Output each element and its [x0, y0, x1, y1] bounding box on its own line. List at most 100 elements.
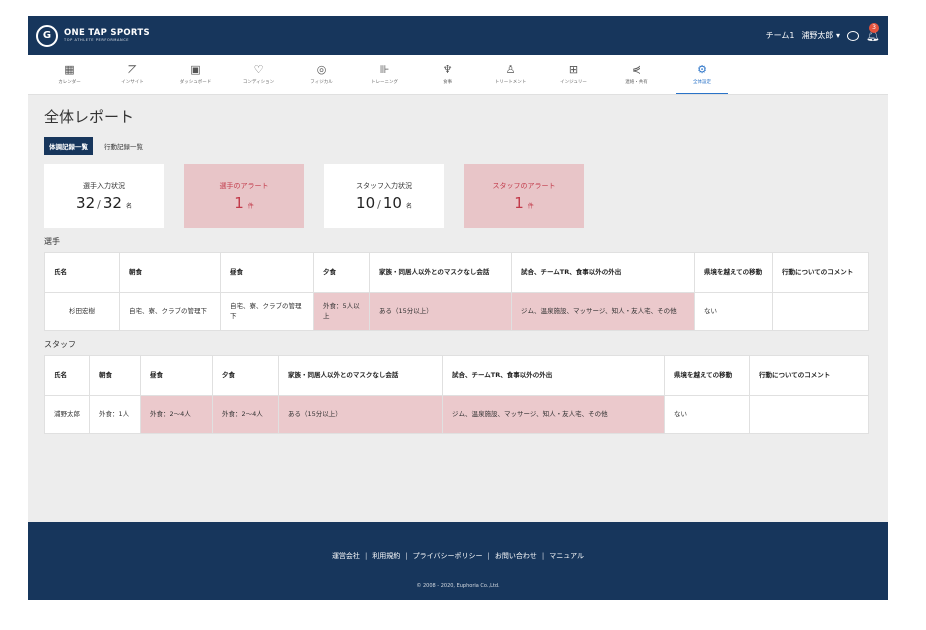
- column-header: 試合、チームTR、食事以外の外出: [511, 252, 695, 293]
- chart-icon: ⦢: [128, 63, 137, 76]
- user-menu[interactable]: 浦野太郎 ▾: [801, 30, 840, 41]
- summary-cards: 選手入力状況 32/32 名 選手のアラート 1件 スタッフ入力状況 10/10 名…: [44, 164, 872, 228]
- logo[interactable]: G ONE TAP SPORTS TOP ATHLETE PERFORMANCE: [36, 24, 150, 47]
- footer-link-manual[interactable]: マニュアル: [549, 551, 584, 561]
- alert-cell: ある（15分以上）: [369, 292, 512, 331]
- calendar-icon: ▦: [64, 63, 75, 76]
- column-header: 夕食: [313, 252, 370, 293]
- column-header: 昼食: [140, 355, 213, 396]
- logo-name: ONE TAP SPORTS: [64, 28, 150, 38]
- user-name: 浦野太郎: [801, 31, 834, 40]
- table-cell: 自宅、寮、クラブの管理下: [119, 292, 221, 331]
- column-header: 夕食: [212, 355, 279, 396]
- chat-icon[interactable]: [847, 30, 859, 41]
- report-tabs: 体調記録一覧 行動記録一覧: [44, 137, 872, 155]
- column-header: 氏名: [44, 252, 120, 293]
- column-header: 行動についてのコメント: [749, 355, 869, 396]
- table-cell: 自宅、寮、クラブの管理下: [220, 292, 314, 331]
- copyright: © 2008 - 2020, Euphoria Co.,Ltd.: [416, 583, 500, 589]
- nav-insight[interactable]: ⦢ インサイト: [101, 54, 164, 94]
- nav-physical[interactable]: ◎ フィジカル: [290, 54, 353, 94]
- logo-mark-icon: G: [36, 24, 58, 47]
- column-header: 試合、チームTR、食事以外の外出: [442, 355, 665, 396]
- nav-dashboard[interactable]: ▣ ダッシュボード: [164, 54, 227, 94]
- footer-link-company[interactable]: 運営会社: [332, 551, 360, 561]
- team-selector[interactable]: チーム1: [766, 30, 795, 41]
- staff-section-title: スタッフ: [44, 340, 76, 349]
- nav-settings[interactable]: ⚙ 全体設定: [676, 54, 728, 94]
- alert-cell: ジム、温泉施設、マッサージ、知人・友人宅、その他: [511, 292, 695, 331]
- share-icon: ⋞: [631, 63, 642, 76]
- alert-cell: 外食：2〜4人: [212, 395, 279, 434]
- logo-tagline: TOP ATHLETE PERFORMANCE: [64, 37, 130, 42]
- notification-bell[interactable]: 🔔︎ 3: [866, 22, 880, 43]
- column-header: 行動についてのコメント: [772, 252, 869, 293]
- staff-table: 氏名 朝食 昼食 夕食 家族・同居人以外とのマスクなし会話 試合、チームTR、食…: [44, 355, 869, 434]
- nav-training[interactable]: ⊪ トレーニング: [353, 54, 416, 94]
- alert-cell: 外食：5人以上: [313, 292, 370, 331]
- column-header: 県境を越えての移動: [694, 252, 773, 293]
- player-input-total: 32: [102, 193, 122, 212]
- tab-condition-records[interactable]: 体調記録一覧: [44, 137, 93, 155]
- staff-name[interactable]: 浦野太郎: [44, 395, 90, 434]
- app-window: G ONE TAP SPORTS TOP ATHLETE PERFORMANCE…: [28, 16, 888, 600]
- players-section-title: 選手: [44, 237, 60, 246]
- settings-icon: ⚙: [697, 62, 707, 76]
- page-title: 全体レポート: [44, 108, 135, 126]
- nav-share[interactable]: ⋞ 連絡・共有: [605, 54, 668, 94]
- table-header-row: 氏名 朝食 昼食 夕食 家族・同居人以外とのマスクなし会話 試合、チームTR、食…: [44, 355, 869, 396]
- table-cell: ない: [664, 395, 750, 434]
- table-cell: 外食：1人: [89, 395, 141, 434]
- footer-link-terms[interactable]: 利用規約: [372, 551, 400, 561]
- table-row[interactable]: 杉田宏樹 自宅、寮、クラブの管理下 自宅、寮、クラブの管理下 外食：5人以上 あ…: [44, 292, 869, 331]
- column-header: 家族・同居人以外とのマスクなし会話: [369, 252, 512, 293]
- nav-injury[interactable]: ⊞ インジュリー: [542, 54, 605, 94]
- column-header: 氏名: [44, 355, 90, 396]
- footer-link-privacy[interactable]: プライバシーポリシー: [413, 551, 483, 561]
- medical-icon: ⊞: [568, 63, 579, 76]
- footer-link-contact[interactable]: お問い合わせ: [495, 551, 537, 561]
- table-header-row: 氏名 朝食 昼食 夕食 家族・同居人以外とのマスクなし会話 試合、チームTR、食…: [44, 252, 869, 293]
- player-alert-count: 1: [234, 193, 244, 212]
- column-header: 家族・同居人以外とのマスクなし会話: [278, 355, 443, 396]
- player-input-count: 32: [76, 193, 96, 212]
- alert-cell: 外食：2〜4人: [140, 395, 213, 434]
- staff-input-count: 10: [356, 193, 376, 212]
- footer-links: 運営会社 | 利用規約 | プライバシーポリシー | お問い合わせ | マニュア…: [331, 551, 585, 561]
- table-cell: [749, 395, 869, 434]
- player-name[interactable]: 杉田宏樹: [44, 292, 120, 331]
- tab-activity-records[interactable]: 行動記録一覧: [99, 137, 148, 155]
- alert-cell: ジム、温泉施設、マッサージ、知人・友人宅、その他: [442, 395, 665, 434]
- column-header: 県境を越えての移動: [664, 355, 750, 396]
- table-cell: [772, 292, 869, 331]
- heart-icon: ♡: [253, 63, 264, 76]
- dashboard-icon: ▣: [190, 63, 201, 76]
- alert-cell: ある（15分以上）: [278, 395, 443, 434]
- card-staff-alert[interactable]: スタッフのアラート 1件: [464, 164, 584, 228]
- column-header: 朝食: [89, 355, 141, 396]
- column-header: 朝食: [119, 252, 221, 293]
- nav-meal[interactable]: ♆ 食事: [416, 54, 479, 94]
- notification-badge: 3: [869, 22, 879, 33]
- nav-condition[interactable]: ♡ コンディション: [227, 54, 290, 94]
- person-icon: ◎: [316, 63, 327, 76]
- staff-alert-count: 1: [514, 193, 524, 212]
- top-bar: G ONE TAP SPORTS TOP ATHLETE PERFORMANCE…: [28, 16, 888, 55]
- table-row[interactable]: 浦野太郎 外食：1人 外食：2〜4人 外食：2〜4人 ある（15分以上） ジム、…: [44, 395, 869, 434]
- table-cell: ない: [694, 292, 773, 331]
- dumbbell-icon: ⊪: [379, 63, 390, 76]
- staff-input-total: 10: [382, 193, 402, 212]
- card-player-alert[interactable]: 選手のアラート 1件: [184, 164, 304, 228]
- card-staff-input[interactable]: スタッフ入力状況 10/10 名: [324, 164, 444, 228]
- main-nav: ▦ カレンダー ⦢ インサイト ▣ ダッシュボード ♡ コンディション ◎ フィジカル ⊪…: [28, 55, 888, 95]
- cutlery-icon: ♆: [442, 63, 453, 76]
- nav-calendar[interactable]: ▦ カレンダー: [38, 54, 101, 94]
- treatment-icon: ♙: [505, 63, 516, 76]
- main-content: 全体レポート 体調記録一覧 行動記録一覧 選手入力状況 32/32 名 選手のアラ…: [28, 95, 888, 434]
- chevron-down-icon: ▾: [835, 31, 840, 40]
- card-player-input[interactable]: 選手入力状況 32/32 名: [44, 164, 164, 228]
- column-header: 昼食: [220, 252, 314, 293]
- players-table: 氏名 朝食 昼食 夕食 家族・同居人以外とのマスクなし会話 試合、チームTR、食…: [44, 252, 869, 331]
- nav-treatment[interactable]: ♙ トリートメント: [479, 54, 542, 94]
- footer: 運営会社 | 利用規約 | プライバシーポリシー | お問い合わせ | マニュア…: [28, 522, 888, 600]
